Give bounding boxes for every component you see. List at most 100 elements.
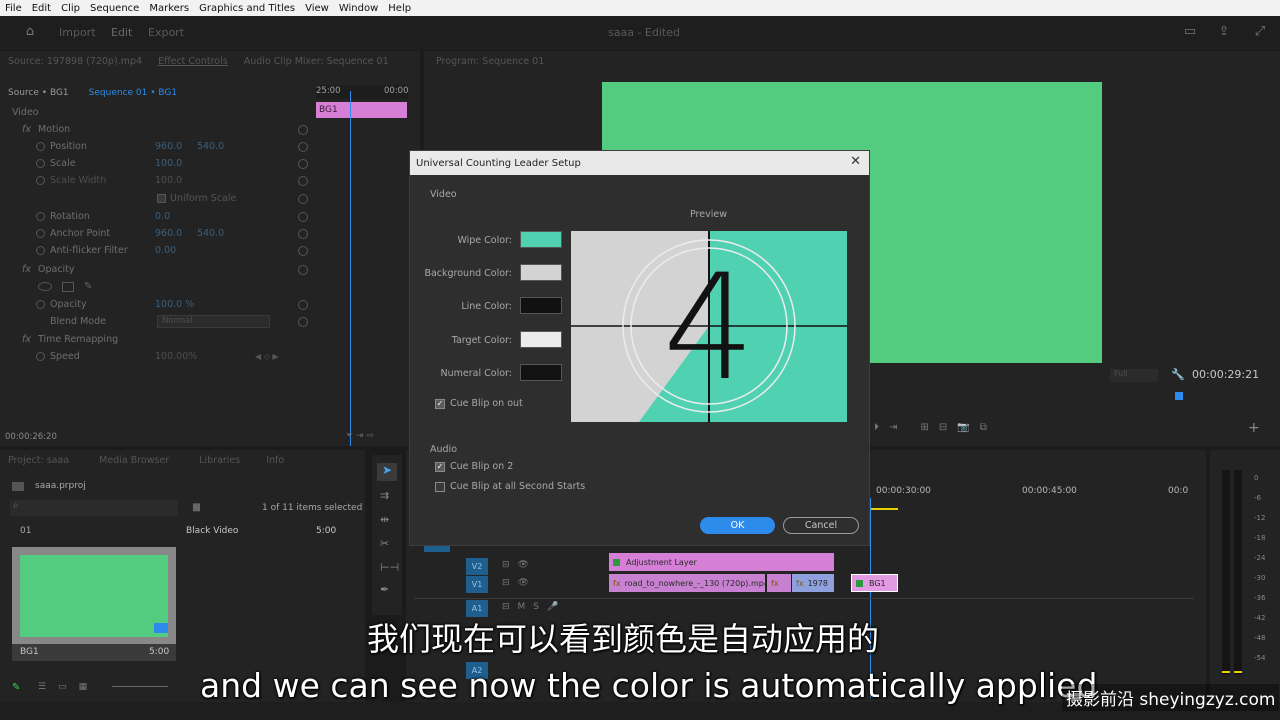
tab-project[interactable]: Project: saaa — [0, 455, 77, 466]
menu-edit[interactable]: Edit — [27, 3, 56, 14]
ec-opacity-prop[interactable]: Opacity 100.0 % — [0, 296, 316, 313]
meter-scale-label: -12 — [1254, 514, 1266, 522]
pen-mask-icon[interactable]: ✎ — [84, 281, 92, 292]
ec-scale-width[interactable]: Scale Width 100.0 — [0, 172, 316, 189]
workspace-import[interactable]: Import — [59, 26, 96, 39]
audio-meter-scale: 0 -6 -12 -18 -24 -30 -36 -42 -48 -54 — [1254, 474, 1274, 674]
rectangle-mask-icon[interactable] — [62, 281, 74, 292]
ec-blend-mode[interactable]: Blend Mode Normal — [0, 313, 316, 330]
tab-audio-clip-mixer[interactable]: Audio Clip Mixer: Sequence 01 — [236, 56, 397, 67]
ec-playhead[interactable] — [350, 91, 351, 446]
track-v2[interactable]: V2 — [466, 558, 488, 575]
menu-clip[interactable]: Clip — [56, 3, 85, 14]
cue-blip-all-checkbox[interactable]: Cue Blip at all Second Starts — [435, 481, 585, 492]
ec-anchor-point[interactable]: Anchor Point 960.0 540.0 — [0, 225, 316, 242]
cue-blip-2-checkbox[interactable]: ✓ Cue Blip on 2 — [435, 461, 513, 472]
zoom-slider[interactable] — [112, 686, 168, 687]
target-color-swatch[interactable] — [520, 331, 562, 348]
track-select-icon[interactable]: ⇉ — [380, 489, 389, 502]
ec-clip-bar[interactable]: BG1 — [316, 102, 407, 118]
line-color-label: Line Color: — [461, 301, 512, 312]
watermark: 摄影前沿 sheyingzyz.com — [1062, 684, 1280, 711]
subtitle-english: and we can see now the color is automati… — [200, 666, 1098, 705]
menu-view[interactable]: View — [300, 3, 334, 14]
workspaces-icon[interactable]: ▭ — [1182, 25, 1198, 39]
dialog-title-bar: Universal Counting Leader Setup ✕ — [410, 151, 869, 175]
menu-sequence[interactable]: Sequence — [85, 3, 144, 14]
menu-graphics[interactable]: Graphics and Titles — [194, 3, 300, 14]
ec-rotation[interactable]: Rotation 0.0 — [0, 208, 316, 225]
wrench-icon[interactable]: 🔧 — [1171, 368, 1185, 381]
work-area-bar[interactable] — [870, 508, 898, 510]
ec-source-label[interactable]: Source • BG1 — [0, 88, 69, 98]
ec-motion[interactable]: fx Motion — [0, 121, 316, 138]
clip-fx-small[interactable]: fx — [767, 574, 791, 592]
program-timecode[interactable]: 00:00:29:21 — [1192, 368, 1259, 381]
clip-road-to-nowhere[interactable]: fx road_to_nowhere_-_130 (720p).mp4 — [609, 574, 765, 592]
share-icon[interactable]: ⇪ — [1216, 25, 1232, 39]
ec-time-remap[interactable]: fx Time Remapping — [0, 331, 316, 348]
bg1-name: BG1 — [20, 647, 39, 657]
ec-position[interactable]: Position 960.0 540.0 — [0, 138, 316, 155]
clip-adjustment-layer[interactable]: Adjustment Layer — [609, 553, 834, 571]
clip-1978[interactable]: fx 1978 — [792, 574, 834, 592]
cancel-button[interactable]: Cancel — [783, 517, 859, 534]
menu-help[interactable]: Help — [383, 3, 416, 14]
black-video-name[interactable]: Black Video — [186, 526, 238, 536]
ellipse-mask-icon[interactable] — [38, 282, 52, 291]
tab-libraries[interactable]: Libraries — [177, 455, 248, 466]
tab-source[interactable]: Source: 197898 (720p).mp4 — [0, 56, 150, 67]
ec-scale[interactable]: Scale 100.0 — [0, 155, 316, 172]
razor-icon[interactable]: ✂ — [380, 537, 389, 550]
selection-tool-icon[interactable]: ➤ — [377, 463, 397, 481]
project-search-input[interactable]: ⌕ — [10, 500, 178, 516]
reset-icon — [298, 158, 308, 169]
header-bar: ⌂ Import Edit Export saaa - Edited ▭ ⇪ ⤢ — [0, 16, 1280, 50]
ec-speed[interactable]: Speed 100.00% ◀ ◇ ▶ — [0, 348, 316, 365]
home-icon[interactable]: ⌂ — [22, 25, 38, 39]
filter-icon[interactable]: ⏷ ⇥ ⇨ — [346, 431, 374, 441]
menu-markers[interactable]: Markers — [144, 3, 194, 14]
reset-icon — [298, 316, 308, 327]
new-bin-icon[interactable]: ▆ — [193, 502, 200, 512]
add-button-icon[interactable]: + — [1248, 420, 1260, 436]
ok-button[interactable]: OK — [700, 517, 775, 534]
view-mode-icons[interactable]: ☰▭▦ — [38, 682, 99, 692]
line-color-swatch[interactable] — [520, 297, 562, 314]
ec-opacity[interactable]: fx Opacity — [0, 261, 316, 278]
audio-meters-panel: 0 -6 -12 -18 -24 -30 -36 -42 -48 -54 — [1210, 450, 1280, 702]
menu-file[interactable]: File — [0, 3, 27, 14]
tab-info[interactable]: Info — [248, 455, 292, 466]
ripple-edit-icon[interactable]: ⇹ — [380, 513, 389, 526]
ec-antiflicker[interactable]: Anti-flicker Filter 0.00 — [0, 242, 316, 259]
workspace-edit[interactable]: Edit — [111, 26, 132, 39]
v2-track-controls[interactable]: ⊟👁 — [502, 560, 537, 570]
pencil-icon[interactable]: ✎ — [12, 682, 20, 693]
ec-source-row: Source • BG1 Sequence 01 • BG1 — [0, 85, 316, 100]
a1-track-controls[interactable]: ⊟MS🎤 — [502, 602, 566, 612]
numeral-color-label: Numeral Color: — [440, 368, 512, 379]
tab-media-browser[interactable]: Media Browser — [77, 455, 177, 466]
menu-window[interactable]: Window — [334, 3, 383, 14]
tab-program[interactable]: Program: Sequence 01 — [428, 56, 552, 67]
numeral-color-swatch[interactable] — [520, 364, 562, 381]
program-playhead[interactable] — [1175, 392, 1183, 400]
ec-timecode[interactable]: 00:00:26:20 — [5, 432, 57, 442]
wipe-color-swatch[interactable] — [520, 231, 562, 248]
slip-icon[interactable]: ⊢⊣ — [380, 561, 399, 574]
workspace-export[interactable]: Export — [148, 26, 184, 39]
v1-track-controls[interactable]: ⊟👁 — [502, 578, 537, 588]
fit-select[interactable]: Full — [1110, 369, 1158, 382]
fullscreen-icon[interactable]: ⤢ — [1252, 25, 1268, 39]
close-icon[interactable]: ✕ — [850, 155, 861, 169]
clip-bg1[interactable]: BG1 — [851, 574, 898, 592]
pen-tool-icon[interactable]: ✒ — [380, 583, 389, 596]
cue-blip-out-checkbox[interactable]: ✓ Cue Blip on out — [435, 398, 523, 409]
tab-effect-controls[interactable]: Effect Controls — [150, 56, 236, 67]
background-color-swatch[interactable] — [520, 264, 562, 281]
transport-controls[interactable]: ⏵⇥ ⊞⊟📷⧉ — [874, 422, 997, 433]
ec-uniform-scale[interactable]: Uniform Scale — [0, 190, 316, 207]
track-v1[interactable]: V1 — [466, 576, 488, 593]
ec-sequence-label[interactable]: Sequence 01 • BG1 — [69, 88, 177, 98]
ec-time-ruler[interactable]: 25:00 00:00 — [316, 85, 409, 99]
